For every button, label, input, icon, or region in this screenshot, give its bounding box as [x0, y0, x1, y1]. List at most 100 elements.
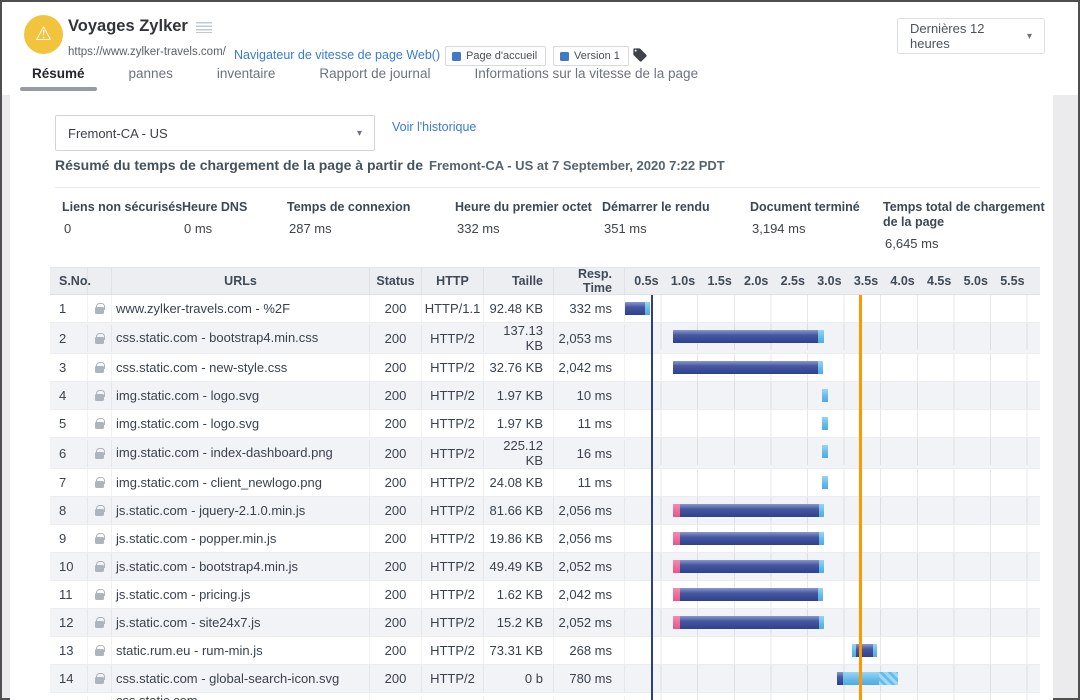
- cell-status: 200: [370, 410, 422, 437]
- waterfall-bar-segment: [673, 588, 681, 601]
- waterfall-bar-segment: [645, 302, 649, 315]
- cell-resp: 2,042 ms: [554, 581, 625, 608]
- cell-no: 8: [50, 497, 88, 524]
- metric-label: Heure du premier octet: [455, 200, 592, 215]
- lock-icon: [95, 649, 104, 656]
- waterfall-bar-segment: [819, 504, 824, 517]
- time-range-dropdown[interactable]: Dernières 12 heures ▾: [897, 18, 1045, 54]
- metric-label: Liens non sécurisés: [62, 200, 182, 215]
- lock-icon: [95, 593, 104, 600]
- badge-version[interactable]: Version 1: [553, 46, 629, 66]
- timeline-cell: [625, 693, 1040, 700]
- cell-size: 15.2 KB: [484, 609, 554, 636]
- metric-item: Document terminé3,194 ms: [750, 200, 860, 236]
- web-speed-browser-link[interactable]: Navigateur de vitesse de page Web(): [234, 48, 440, 62]
- monitor-url: https://www.zylker-travels.com/: [68, 46, 226, 58]
- divider: [55, 187, 1040, 188]
- time-tick-label: 0.5s: [625, 268, 662, 295]
- cell-lock: [88, 525, 112, 552]
- metric-value: 6,645 ms: [883, 236, 1053, 251]
- cell-http: HTTP/2: [422, 553, 484, 580]
- time-tick-label: 1.5s: [698, 268, 735, 295]
- tab-rapport-de-journal[interactable]: Rapport de journal: [319, 66, 430, 91]
- metric-item: Démarrer le rendu351 ms: [602, 200, 710, 236]
- cell-lock: [88, 497, 112, 524]
- metric-label: Temps total de chargement de la page: [883, 200, 1053, 230]
- cell-size: 73.31 KB: [484, 637, 554, 664]
- table-body: 1www.zylker-travels.com - %2F200HTTP/1.1…: [50, 295, 1040, 700]
- marker-start-render: [651, 295, 653, 700]
- cell-resp: 11 ms: [554, 410, 625, 437]
- waterfall-bar-segment: [818, 588, 823, 601]
- cell-http: HTTP/2: [422, 609, 484, 636]
- waterfall-bar-segment: [673, 616, 681, 629]
- cell-url: js.static.com - bootstrap4.min.js: [112, 553, 370, 580]
- waterfall-bar-segment: [822, 476, 828, 489]
- waterfall-bar-segment: [822, 417, 828, 430]
- metric-item: Temps de connexion287 ms: [287, 200, 410, 236]
- timeline-cell: [625, 382, 1040, 409]
- waterfall-bar-segment: [673, 330, 818, 343]
- cell-resp: 2,052 ms: [554, 609, 625, 636]
- column-header-status: Status: [370, 268, 422, 294]
- tab-inventaire[interactable]: inventaire: [217, 66, 276, 91]
- time-tick-label: 5.0s: [954, 268, 991, 295]
- tab-r-sum-[interactable]: Résumé: [32, 66, 85, 91]
- tab-bar: Résumé pannes inventaire Rapport de journal…: [32, 66, 742, 91]
- waterfall-table: S.No.URLsStatusHTTPTailleResp. Time0.5s1…: [50, 267, 1040, 700]
- table-row: 2css.static.com - bootstrap4.min.css200H…: [50, 323, 1040, 354]
- table-row: 7img.static.com - client_newlogo.png200H…: [50, 469, 1040, 497]
- cell-http: HTTP/2: [422, 581, 484, 608]
- table-row: 14css.static.com - global-search-icon.sv…: [50, 665, 1040, 693]
- cell-status: 200: [370, 525, 422, 552]
- cell-lock: [88, 469, 112, 496]
- tab-informations-sur-la-vitesse-de-la-page[interactable]: Informations sur la vitesse de la page: [474, 66, 698, 91]
- cell-size: 0 b: [484, 665, 554, 692]
- table-row: 12js.static.com - site24x7.js200HTTP/215…: [50, 609, 1040, 637]
- cell-url: js.static.com - site24x7.js: [112, 609, 370, 636]
- column-header-lock: [88, 268, 112, 294]
- cell-no: 11: [50, 581, 88, 608]
- lock-icon: [95, 537, 104, 544]
- location-value: Fremont-CA - US: [68, 126, 168, 141]
- cell-status: 200: [370, 440, 422, 467]
- tag-icon[interactable]: [632, 47, 648, 68]
- column-header-url: URLs: [112, 268, 370, 294]
- waterfall-bar-segment: [625, 302, 645, 315]
- view-history-link[interactable]: Voir l'historique: [392, 120, 476, 134]
- waterfall-bar-segment: [680, 532, 818, 545]
- waterfall-bar-segment: [873, 644, 877, 657]
- cell-url: css.static.com - global-search-icon.svg: [112, 665, 370, 692]
- cell-url: css.static.com - bootstrap4.min.css: [112, 325, 370, 352]
- summary-panel: Fremont-CA - US ▾ Voir l'historique Résu…: [10, 95, 1053, 700]
- table-row: 11js.static.com - pricing.js200HTTP/21.6…: [50, 581, 1040, 609]
- timeline-cell: [625, 410, 1040, 437]
- location-select[interactable]: Fremont-CA - US ▾: [55, 115, 375, 151]
- cell-resp: 2,056 ms: [554, 525, 625, 552]
- cell-http: HTTP/2: [422, 354, 484, 381]
- metric-label: Démarrer le rendu: [602, 200, 710, 215]
- cell-size: 1.62 KB: [484, 581, 554, 608]
- cell-status: 200: [370, 637, 422, 664]
- timeline-cell: [625, 665, 1040, 692]
- badge-homepage[interactable]: Page d'accueil: [445, 46, 546, 66]
- badge-square-icon: [560, 52, 569, 61]
- timeline-cell: [625, 637, 1040, 664]
- lock-icon: [95, 307, 104, 314]
- cell-size: 1.97 KB: [484, 410, 554, 437]
- waterfall-bar-segment: [822, 389, 828, 402]
- waterfall-bar-segment: [673, 560, 681, 573]
- menu-icon[interactable]: [196, 22, 212, 33]
- time-tick-label: 1.0s: [662, 268, 699, 295]
- cell-no: 3: [50, 354, 88, 381]
- cell-resp: 2,042 ms: [554, 354, 625, 381]
- cell-url: www.zylker-travels.com - %2F: [112, 295, 370, 322]
- cell-resp: 2,052 ms: [554, 553, 625, 580]
- cell-size: 81.66 KB: [484, 497, 554, 524]
- cell-resp: 780 ms: [554, 665, 625, 692]
- cell-lock: [88, 410, 112, 437]
- tab-pannes[interactable]: pannes: [129, 66, 173, 91]
- waterfall-bar-segment: [680, 504, 818, 517]
- cell-resp: 11 ms: [554, 469, 625, 496]
- cell-lock: [88, 440, 112, 467]
